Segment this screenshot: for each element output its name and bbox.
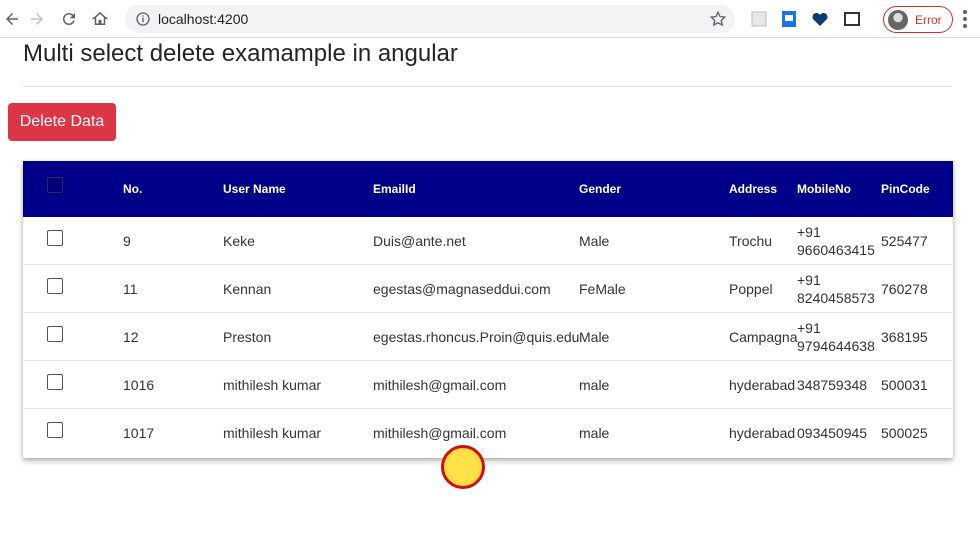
users-table: No. User Name EmailId Gender Address Mob… [23, 161, 953, 458]
cell-username: Kennan [223, 281, 272, 297]
header-username[interactable]: User Name [223, 182, 286, 196]
table-row: 1017 mithilesh kumar mithilesh@gmail.com… [23, 409, 953, 457]
cell-no: 11 [123, 281, 138, 297]
cell-pincode: 500031 [881, 377, 928, 393]
cell-username: mithilesh kumar [223, 377, 322, 393]
cell-email: egestas@magnaseddui.com [373, 281, 551, 297]
back-icon[interactable] [0, 7, 24, 31]
cell-mobile: 093450945 [797, 425, 868, 441]
header-email[interactable]: EmailId [373, 182, 416, 196]
profile-status-label: Error [915, 12, 942, 27]
cell-pincode: 525477 [881, 233, 928, 249]
select-all-checkbox[interactable] [47, 177, 63, 193]
cell-username: mithilesh kumar [223, 425, 322, 441]
cell-email: mithilesh@gmail.com [373, 377, 507, 393]
cell-mobile: +91 9794644638 [797, 320, 875, 354]
divider [23, 86, 952, 87]
address-bar[interactable]: localhost:4200 [125, 5, 735, 33]
cell-username: Keke [223, 233, 255, 249]
table-row: 12 Preston egestas.rhoncus.Proin@quis.ed… [23, 313, 953, 361]
home-icon[interactable] [88, 7, 112, 31]
cell-no: 1016 [123, 377, 155, 393]
cell-address: Poppel [729, 281, 773, 297]
cell-address: hyderabad [729, 425, 796, 441]
url-text[interactable]: localhost:4200 [158, 11, 248, 27]
info-icon[interactable] [135, 11, 151, 27]
header-mobile[interactable]: MobileNo [797, 182, 851, 196]
table-row: 9 Keke Duis@ante.net Male Trochu +91 966… [23, 217, 953, 265]
header-gender[interactable]: Gender [579, 182, 621, 196]
cell-address: hyderabad [729, 377, 796, 393]
cell-no: 12 [123, 329, 139, 345]
forward-icon[interactable] [25, 7, 49, 31]
cell-gender: male [579, 377, 610, 393]
cell-email: mithilesh@gmail.com [373, 425, 507, 441]
cell-mobile: +91 9660463415 [797, 224, 875, 258]
header-no[interactable]: No. [123, 182, 142, 196]
extension-icon[interactable] [779, 9, 799, 29]
table-row: 11 Kennan egestas@magnaseddui.com FeMale… [23, 265, 953, 313]
cell-address: Campagna [729, 329, 798, 345]
cell-gender: Male [579, 329, 610, 345]
cell-email: egestas.rhoncus.Proin@quis.edu [373, 329, 580, 345]
cell-address: Trochu [729, 233, 773, 249]
cell-gender: FeMale [579, 281, 626, 297]
cell-mobile: +91 8240458573 [797, 272, 875, 306]
cursor-highlight [441, 445, 485, 489]
cell-pincode: 760278 [881, 281, 928, 297]
menu-icon[interactable] [963, 10, 967, 28]
table-row: 1016 mithilesh kumar mithilesh@gmail.com… [23, 361, 953, 409]
page-title: Multi select delete examample in angular [23, 40, 458, 67]
cast-icon[interactable] [842, 9, 862, 29]
cell-username: Preston [223, 329, 272, 345]
cell-email: Duis@ante.net [373, 233, 466, 249]
row-checkbox[interactable] [47, 374, 63, 390]
table-header: No. User Name EmailId Gender Address Mob… [23, 161, 953, 217]
row-checkbox[interactable] [47, 422, 63, 438]
row-checkbox[interactable] [47, 326, 63, 342]
cell-gender: male [579, 425, 610, 441]
profile-error-button[interactable]: Error [883, 6, 953, 33]
row-checkbox[interactable] [47, 230, 63, 246]
cell-gender: Male [579, 233, 610, 249]
browser-toolbar: localhost:4200 Error [0, 0, 980, 38]
extension-icon[interactable] [749, 9, 769, 29]
delete-data-button[interactable]: Delete Data [8, 103, 116, 141]
cell-no: 1017 [123, 425, 155, 441]
star-icon[interactable] [709, 10, 727, 28]
cell-mobile: 348759348 [797, 377, 868, 393]
reload-icon[interactable] [57, 7, 81, 31]
cell-no: 9 [123, 233, 131, 249]
header-address[interactable]: Address [729, 182, 777, 196]
row-checkbox[interactable] [47, 278, 63, 294]
extension-icon[interactable] [810, 9, 830, 29]
cell-pincode: 500025 [881, 425, 928, 441]
cell-pincode: 368195 [881, 329, 928, 345]
header-pincode[interactable]: PinCode [881, 182, 930, 196]
avatar [888, 9, 908, 30]
